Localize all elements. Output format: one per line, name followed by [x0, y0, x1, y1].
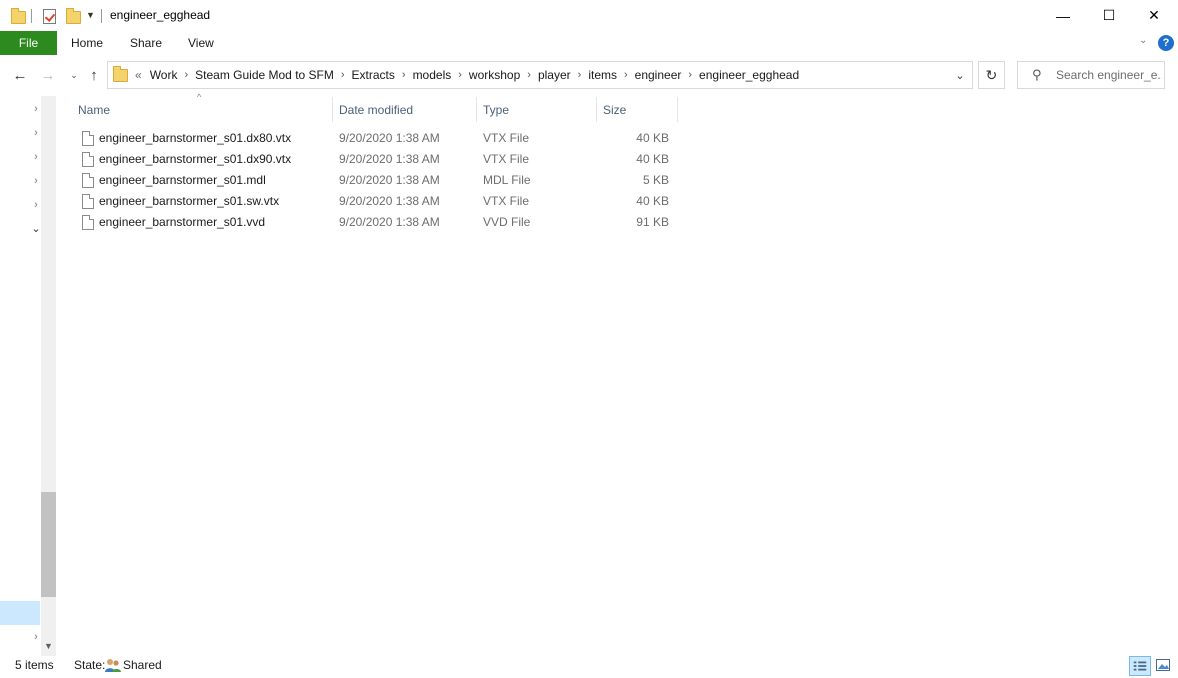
up-button[interactable]: ↑: [83, 64, 105, 86]
file-size: 5 KB: [642, 173, 669, 187]
chevron-right-icon[interactable]: ›: [524, 69, 534, 81]
chevron-right-icon[interactable]: ›: [399, 69, 409, 81]
file-row[interactable]: engineer_barnstormer_s01.mdl 9/20/2020 1…: [78, 170, 678, 191]
breadcrumb-item[interactable]: Steam Guide Mod to SFM: [191, 68, 338, 82]
quick-access-separator: [31, 9, 32, 23]
file-type: VTX File: [483, 152, 530, 166]
recent-locations-icon[interactable]: ⌄: [63, 64, 85, 86]
column-divider[interactable]: [332, 97, 333, 122]
search-icon: ⚲: [1032, 67, 1042, 82]
address-folder-icon: [113, 66, 128, 82]
refresh-button[interactable]: ↻: [978, 61, 1005, 89]
file-type: VTX File: [483, 194, 530, 208]
file-type: VTX File: [483, 131, 530, 145]
folder-icon: [11, 8, 26, 24]
expand-ribbon-icon[interactable]: ⌄: [1139, 35, 1147, 46]
properties-icon[interactable]: [43, 9, 56, 24]
window-title: engineer_egghead: [110, 8, 211, 22]
column-divider[interactable]: [476, 97, 477, 122]
file-row[interactable]: engineer_barnstormer_s01.sw.vtx 9/20/202…: [78, 191, 678, 212]
breadcrumb-item[interactable]: items: [584, 68, 621, 82]
tab-view[interactable]: View: [188, 31, 214, 55]
file-type: VVD File: [483, 215, 531, 229]
column-header-date[interactable]: Date modified: [339, 97, 476, 122]
tab-share[interactable]: Share: [130, 31, 162, 55]
chevron-right-icon[interactable]: ›: [685, 69, 695, 81]
ribbon: [0, 31, 1178, 55]
shared-users-icon: [105, 659, 121, 672]
file-row[interactable]: engineer_barnstormer_s01.dx80.vtx 9/20/2…: [78, 128, 678, 149]
file-size: 40 KB: [636, 152, 669, 166]
column-divider[interactable]: [677, 97, 678, 122]
file-size: 91 KB: [636, 215, 669, 229]
file-name: engineer_barnstormer_s01.mdl: [99, 173, 266, 187]
column-header-type[interactable]: Type: [483, 97, 595, 122]
search-input[interactable]: [1056, 63, 1162, 87]
chevron-right-icon[interactable]: ›: [181, 69, 191, 81]
help-button[interactable]: ?: [1158, 35, 1174, 51]
breadcrumb-item[interactable]: engineer: [631, 68, 686, 82]
file-icon: [82, 194, 94, 209]
file-date: 9/20/2020 1:38 AM: [339, 131, 440, 145]
file-size: 40 KB: [636, 194, 669, 208]
breadcrumb-item-current[interactable]: engineer_egghead: [695, 68, 803, 82]
file-date: 9/20/2020 1:38 AM: [339, 173, 440, 187]
column-header-size[interactable]: Size: [603, 97, 675, 122]
chevron-right-icon[interactable]: ›: [575, 69, 585, 81]
maximize-button[interactable]: ☐: [1086, 0, 1132, 31]
nav-selected-item[interactable]: [0, 601, 40, 625]
file-date: 9/20/2020 1:38 AM: [339, 152, 440, 166]
large-icons-view-icon[interactable]: [1155, 657, 1171, 673]
chevron-right-icon[interactable]: ›: [621, 69, 631, 81]
file-type: MDL File: [483, 173, 531, 187]
tab-file[interactable]: File: [0, 31, 57, 55]
file-row[interactable]: engineer_barnstormer_s01.dx90.vtx 9/20/2…: [78, 149, 678, 170]
close-button[interactable]: ✕: [1131, 0, 1177, 31]
state-value: Shared: [123, 658, 162, 672]
file-icon: [82, 131, 94, 146]
file-icon: [82, 173, 94, 188]
forward-button[interactable]: →: [37, 64, 59, 86]
breadcrumb-item[interactable]: Work: [146, 68, 182, 82]
breadcrumb-item[interactable]: models: [409, 68, 456, 82]
column-divider[interactable]: [596, 97, 597, 122]
title-separator: [101, 9, 102, 23]
file-size: 40 KB: [636, 131, 669, 145]
scroll-down-icon[interactable]: ▼: [41, 638, 56, 654]
breadcrumb-item[interactable]: player: [534, 68, 575, 82]
back-button[interactable]: ←: [9, 64, 31, 86]
new-folder-icon[interactable]: [66, 8, 81, 24]
file-date: 9/20/2020 1:38 AM: [339, 215, 440, 229]
customize-toolbar-icon[interactable]: ▼: [86, 10, 95, 20]
file-icon: [82, 215, 94, 230]
address-dropdown-icon[interactable]: ⌄: [949, 62, 971, 88]
file-icon: [82, 152, 94, 167]
breadcrumb: « Work › Steam Guide Mod to SFM › Extrac…: [131, 62, 803, 88]
nav-scrollbar-thumb[interactable]: [41, 492, 56, 597]
file-name: engineer_barnstormer_s01.sw.vtx: [99, 194, 280, 208]
chevron-right-icon[interactable]: ›: [455, 69, 465, 81]
file-name: engineer_barnstormer_s01.dx80.vtx: [99, 131, 292, 145]
minimize-button[interactable]: —: [1040, 0, 1086, 31]
file-name: engineer_barnstormer_s01.dx90.vtx: [99, 152, 292, 166]
chevron-right-icon[interactable]: ›: [338, 69, 348, 81]
file-date: 9/20/2020 1:38 AM: [339, 194, 440, 208]
tab-home[interactable]: Home: [71, 31, 103, 55]
file-row[interactable]: engineer_barnstormer_s01.vvd 9/20/2020 1…: [78, 212, 678, 233]
breadcrumb-overflow[interactable]: «: [131, 68, 146, 82]
breadcrumb-item[interactable]: workshop: [465, 68, 524, 82]
column-header-name[interactable]: Name: [78, 97, 332, 122]
file-name: engineer_barnstormer_s01.vvd: [99, 215, 266, 229]
state-label: State:: [74, 658, 106, 672]
breadcrumb-item[interactable]: Extracts: [348, 68, 399, 82]
details-view-icon[interactable]: [1129, 656, 1151, 676]
item-count: 5 items: [15, 658, 54, 672]
